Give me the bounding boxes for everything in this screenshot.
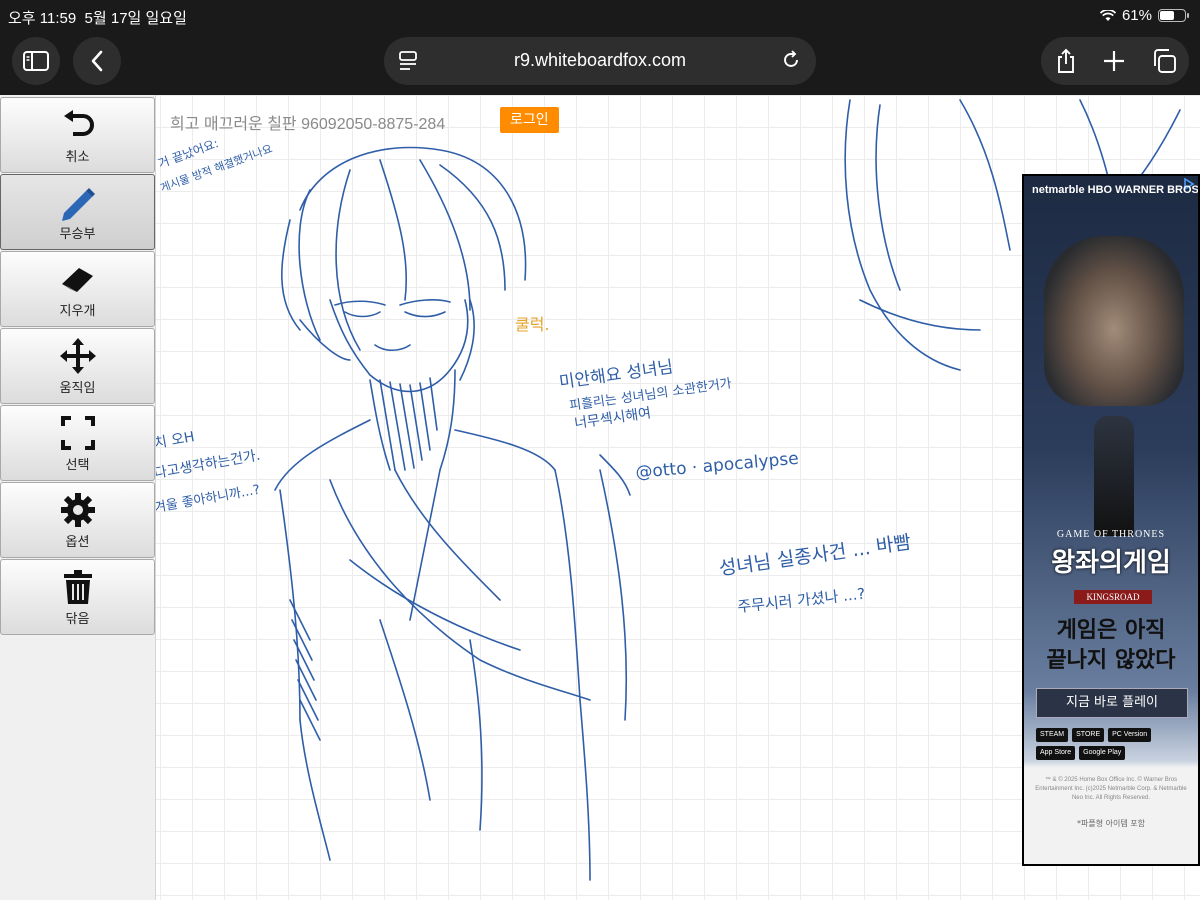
back-button[interactable] xyxy=(73,37,121,85)
pencil-icon xyxy=(61,188,95,221)
move-label: 움직임 xyxy=(59,381,96,396)
status-time: 오후 11:59 5월 17일 일요일 xyxy=(8,7,187,28)
ad-note: *파플형 아이템 포함 xyxy=(1077,819,1145,828)
store-badge-pc[interactable]: PC Version xyxy=(1108,728,1152,742)
gear-icon xyxy=(60,493,95,527)
sketch-drawing: 쿨럭. 미안해요 성녀님 피흘리는 성녀님의 소관한거가 너무섹시해여 @ott… xyxy=(153,99,1181,881)
trash-icon xyxy=(63,570,92,604)
ad-hero-portrait xyxy=(1044,236,1184,406)
ad-subtitle: KINGSROAD xyxy=(1074,590,1152,604)
tool-panel: 취소 무승부 지우개 움직임 선택 옵션 닦음 xyxy=(0,95,156,900)
move-icon xyxy=(59,338,96,374)
options-button[interactable]: 옵션 xyxy=(0,482,155,558)
store-badge-steam[interactable]: STEAM xyxy=(1036,728,1069,742)
ad-headline-line2: 끝나지 않았다 xyxy=(1046,648,1176,673)
battery-icon xyxy=(1158,9,1189,22)
eraser-icon xyxy=(61,268,93,292)
board-title: 희고 매끄러운 칠판 96092050-8875-284 xyxy=(170,116,446,133)
note-handle: @otto · apocalypse xyxy=(635,449,800,483)
date: 5월 17일 일요일 xyxy=(84,10,187,27)
status-indicators: 61% xyxy=(1099,7,1189,24)
clock: 오후 11:59 xyxy=(8,10,77,27)
ad-legal-text: ™ & © 2025 Home Box Office Inc. © Warner… xyxy=(1035,777,1187,801)
select-label: 선택 xyxy=(65,458,90,473)
undo-label: 취소 xyxy=(65,150,90,165)
ad-banner[interactable]: netmarble HBO WARNER BROS GAME OF THRONE… xyxy=(1022,174,1200,866)
whiteboard-canvas[interactable]: 쿨럭. 미안해요 성녀님 피흘리는 성녀님의 소관한거가 너무섹시해여 @ott… xyxy=(0,95,1200,900)
reload-icon[interactable] xyxy=(780,49,802,71)
clear-label: 닦음 xyxy=(65,612,90,627)
share-icon[interactable] xyxy=(1055,48,1077,74)
ad-brands: netmarble HBO WARNER BROS xyxy=(1032,184,1199,196)
note-incident-1: 성녀님 실종사건 ... 바빰 xyxy=(718,531,913,580)
eraser-label: 지우개 xyxy=(59,304,96,319)
battery-percent: 61% xyxy=(1121,7,1152,24)
browser-actions xyxy=(1041,37,1189,85)
back-icon xyxy=(91,50,103,72)
draw-label: 무승부 xyxy=(59,227,96,242)
select-icon xyxy=(60,416,95,450)
move-button[interactable]: 움직임 xyxy=(0,328,155,404)
ad-store-badges: STEAM STORE PC Version App Store Google … xyxy=(1036,728,1192,760)
undo-icon xyxy=(63,110,94,136)
wifi-icon xyxy=(1099,9,1116,21)
undo-button[interactable]: 취소 xyxy=(0,97,155,173)
url-text[interactable]: r9.whiteboardfox.com xyxy=(384,50,816,71)
battery-fill xyxy=(1160,11,1174,20)
note-left-2: 다고생각하는건가. xyxy=(153,448,262,482)
store-badge-googleplay[interactable]: Google Play xyxy=(1079,746,1126,760)
note-incident-2: 주무시러 가셨나 ...? xyxy=(737,585,867,616)
sidebar-button[interactable] xyxy=(12,37,60,85)
note-orange: 쿨럭. xyxy=(515,315,550,334)
ad-game-title: 왕좌의게임 xyxy=(1051,548,1171,577)
store-badge-appstore[interactable]: App Store xyxy=(1036,746,1076,760)
ad-play-button[interactable]: 지금 바로 플레이 xyxy=(1036,688,1188,718)
options-label: 옵션 xyxy=(65,535,90,550)
login-button[interactable]: 로그인 xyxy=(500,107,559,133)
sidebar-icon xyxy=(23,51,49,71)
eraser-button[interactable]: 지우개 xyxy=(0,251,155,327)
note-left-1: 치 오H xyxy=(153,429,196,452)
clear-button[interactable]: 닦음 xyxy=(0,559,155,635)
plus-icon[interactable] xyxy=(1103,50,1125,72)
tabs-icon[interactable] xyxy=(1151,48,1177,74)
store-badge-epic[interactable]: STORE xyxy=(1072,728,1105,742)
ad-series-logo: GAME OF THRONES xyxy=(1056,529,1166,540)
ad-knight-figure xyxy=(1094,416,1134,536)
address-bar[interactable]: r9.whiteboardfox.com xyxy=(384,37,816,85)
select-button[interactable]: 선택 xyxy=(0,405,155,481)
note-left-3: 겨울 좋아하니까...? xyxy=(153,483,261,516)
browser-chrome: 오후 11:59 5월 17일 일요일 61% r9.whiteboardfox… xyxy=(0,0,1200,95)
ad-headline: 게임은 아직 끝나지 않았다 xyxy=(1024,616,1198,676)
draw-button[interactable]: 무승부 xyxy=(0,174,155,250)
ad-headline-line1: 게임은 아직 xyxy=(1056,618,1166,643)
